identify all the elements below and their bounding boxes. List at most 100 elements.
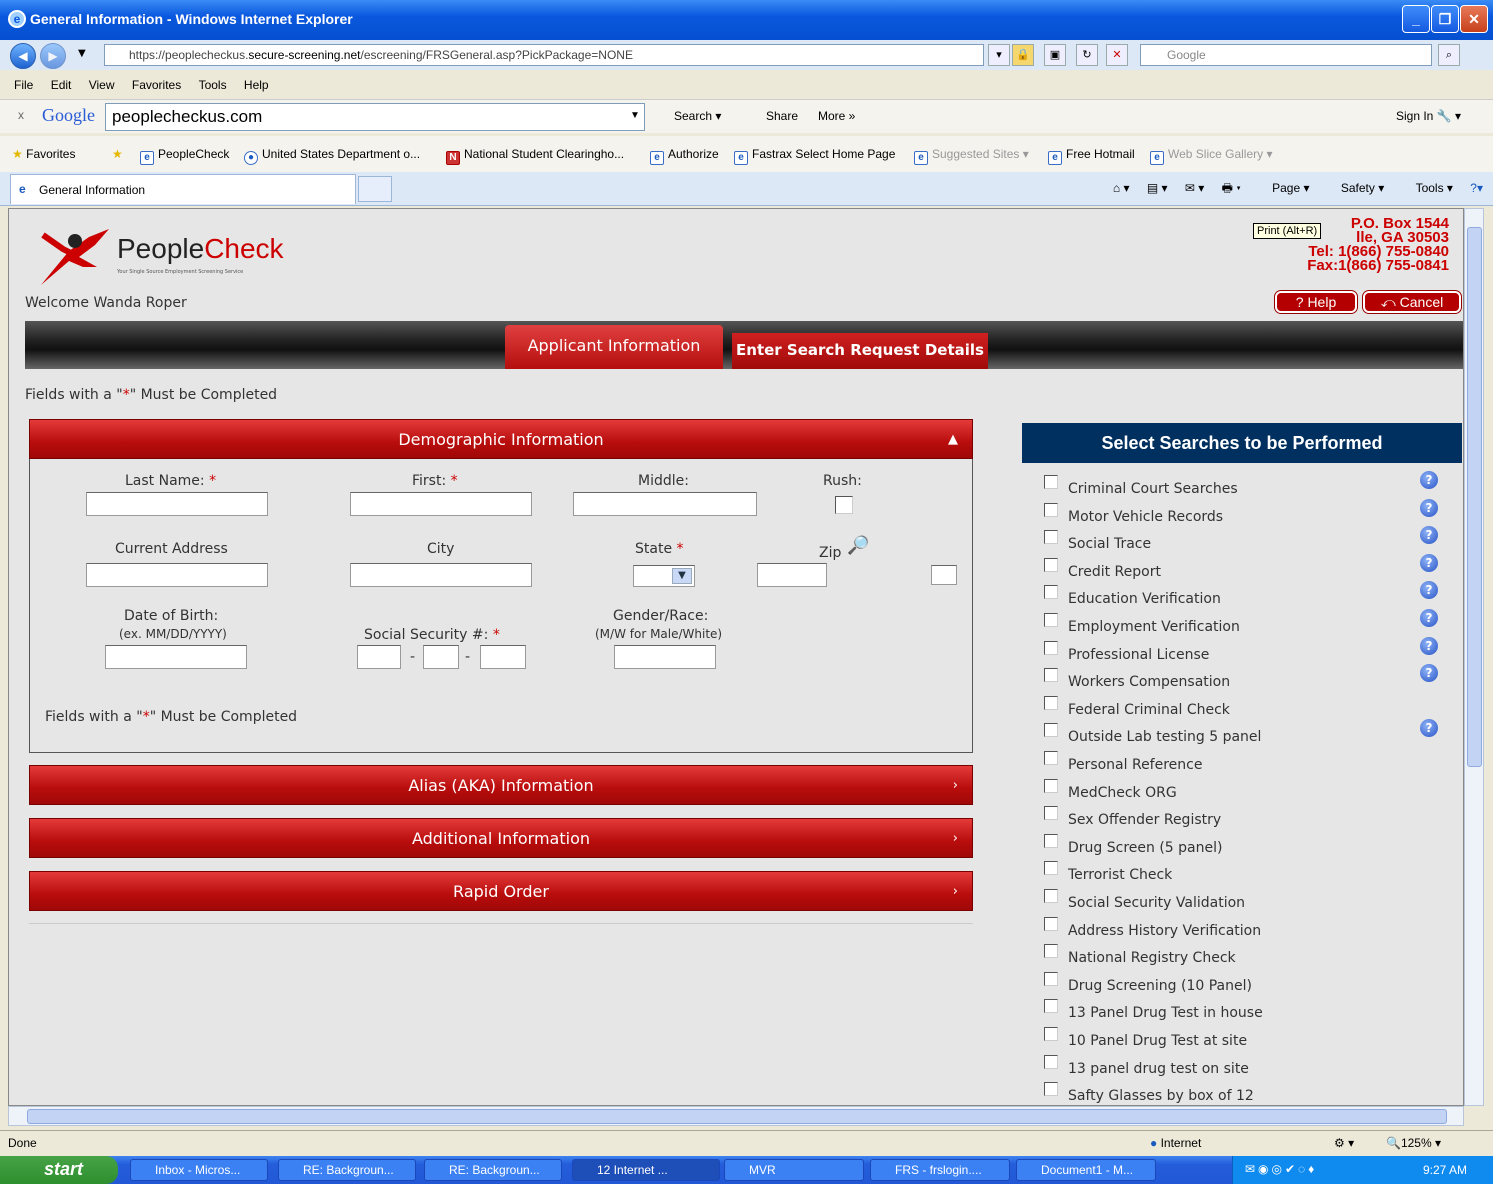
search-checkbox[interactable] [1044, 557, 1058, 572]
peoplecheck-logo[interactable]: PeopleCheck Your Single Source Employmen… [39, 227, 299, 289]
taskbar-item[interactable]: MVR [724, 1159, 864, 1181]
forward-icon[interactable]: ▶ [40, 43, 66, 69]
search-checkbox[interactable] [1044, 502, 1058, 517]
fav-item[interactable]: e Fastrax Select Home Page [734, 147, 895, 165]
search-checkbox[interactable] [1044, 668, 1058, 683]
google-search-button[interactable]: Search ▾ [654, 109, 721, 123]
tab-general-information[interactable]: e General Information [10, 174, 356, 204]
signin-button[interactable]: Sign In 🔧 ▾ [1396, 109, 1461, 123]
page-menu[interactable]: Page ▾ [1258, 181, 1309, 195]
ssn-part2-input[interactable] [423, 645, 459, 669]
search-checkbox[interactable] [1044, 971, 1058, 986]
menu-view[interactable]: View [89, 78, 115, 92]
restore-button[interactable]: ❐ [1431, 5, 1459, 33]
dropdown-icon[interactable]: ▾ [988, 44, 1010, 66]
search-checkbox[interactable] [1044, 944, 1058, 959]
taskbar-item[interactable]: Inbox - Micros... [130, 1159, 268, 1181]
menu-file[interactable]: File [14, 78, 33, 92]
help-icon[interactable]: ? [1420, 471, 1438, 489]
search-go-icon[interactable]: ⌕ [1438, 44, 1460, 66]
taskbar-item[interactable]: FRS - frslogin.... [870, 1159, 1010, 1181]
menu-help[interactable]: Help [244, 78, 269, 92]
close-button[interactable]: ✕ [1460, 5, 1488, 33]
search-checkbox[interactable] [1044, 585, 1058, 600]
home-icon[interactable]: ⌂ ▾ [1113, 181, 1130, 195]
search-checkbox[interactable] [1044, 1054, 1058, 1069]
refresh-icon[interactable]: ↻ [1076, 44, 1098, 66]
search-checkbox[interactable] [1044, 1027, 1058, 1041]
fav-item[interactable]: e Authorize [650, 147, 719, 165]
search-checkbox[interactable] [1044, 1082, 1058, 1097]
minimize-button[interactable]: _ [1402, 5, 1430, 33]
zip-extra-box[interactable] [931, 565, 957, 585]
search-checkbox[interactable] [1044, 640, 1058, 655]
share-button[interactable]: Share [744, 109, 798, 123]
google-search-input[interactable]: peoplecheckus.com [105, 103, 645, 131]
add-favorite-icon[interactable]: ★ [112, 147, 123, 161]
state-select[interactable]: ▼ [633, 565, 695, 587]
help-icon[interactable]: ? [1420, 581, 1438, 600]
cancel-button[interactable]: ⤺ Cancel [1363, 291, 1461, 313]
zip-input[interactable] [757, 563, 827, 587]
search-input[interactable]: Google [1140, 44, 1432, 66]
search-checkbox[interactable] [1044, 916, 1058, 931]
new-tab-button[interactable] [358, 176, 392, 202]
help-icon[interactable]: ? [1420, 526, 1438, 545]
search-checkbox[interactable] [1044, 723, 1058, 738]
help-button[interactable]: ? Help [1275, 291, 1357, 313]
zoom-control[interactable]: 🔍125% ▾ [1386, 1136, 1441, 1150]
city-input[interactable] [350, 563, 532, 587]
taskbar-item[interactable]: 12 Internet ... [572, 1159, 720, 1181]
search-checkbox[interactable] [1044, 889, 1058, 903]
horizontal-scrollbar[interactable] [8, 1106, 1464, 1126]
mail-icon[interactable]: ✉ ▾ [1185, 181, 1204, 195]
ssn-part1-input[interactable] [357, 645, 401, 669]
back-icon[interactable]: ◀ [10, 43, 36, 69]
taskbar-item[interactable]: Document1 - M... [1016, 1159, 1156, 1181]
fav-item[interactable]: ● United States Department o... [244, 147, 420, 165]
menu-favorites[interactable]: Favorites [132, 78, 181, 92]
help-icon[interactable]: ?▾ [1470, 181, 1483, 195]
search-checkbox[interactable] [1044, 475, 1058, 489]
help-icon[interactable]: ? [1420, 609, 1438, 627]
last-name-input[interactable] [86, 492, 268, 516]
ssn-part3-input[interactable] [480, 645, 526, 669]
chevron-down-icon[interactable]: ▼ [630, 110, 640, 121]
scroll-thumb[interactable] [1467, 227, 1482, 767]
address-bar[interactable]: https://peoplecheckus.secure-screening.n… [104, 44, 984, 66]
middle-name-input[interactable] [573, 492, 757, 516]
search-checkbox[interactable] [1044, 999, 1058, 1014]
vertical-scrollbar[interactable] [1464, 208, 1484, 1106]
additional-header[interactable]: Additional Information › [29, 818, 973, 858]
help-icon[interactable]: ? [1420, 553, 1438, 572]
help-icon[interactable]: ? [1420, 719, 1438, 738]
stop-icon[interactable]: ✕ [1106, 44, 1128, 66]
scroll-thumb[interactable] [27, 1109, 1447, 1124]
window-titlebar[interactable]: e General Information - Windows Internet… [0, 0, 1493, 40]
help-icon[interactable]: ? [1420, 498, 1438, 517]
start-button[interactable]: start [0, 1156, 118, 1184]
menu-edit[interactable]: Edit [51, 78, 72, 92]
address-input[interactable] [86, 563, 268, 587]
safety-menu[interactable]: Safety ▾ [1327, 181, 1384, 195]
search-checkbox[interactable] [1044, 695, 1058, 710]
tab-search-request-details[interactable]: Enter Search Request Details [732, 333, 988, 369]
print-icon[interactable]: 🖶 ▾ [1222, 181, 1241, 195]
search-checkbox[interactable] [1044, 861, 1058, 876]
zip-lookup-icon[interactable]: 🔎 [847, 535, 869, 556]
gender-input[interactable] [614, 645, 716, 669]
favorites-button[interactable]: ★ Favorites [12, 147, 75, 161]
taskbar-item[interactable]: RE: Backgroun... [278, 1159, 416, 1181]
search-checkbox[interactable] [1044, 806, 1058, 821]
search-checkbox[interactable] [1044, 778, 1058, 793]
fav-item[interactable]: e Web Slice Gallery ▾ [1150, 147, 1273, 165]
tray-icons[interactable]: ✉◉◎✔◌♦ [1245, 1162, 1317, 1176]
dob-input[interactable] [105, 645, 247, 669]
search-checkbox[interactable] [1044, 751, 1058, 765]
taskbar-item[interactable]: RE: Backgroun... [424, 1159, 562, 1181]
rush-checkbox[interactable] [835, 496, 853, 514]
more-button[interactable]: More » [818, 109, 855, 123]
help-icon[interactable]: ? [1420, 664, 1438, 683]
search-checkbox[interactable] [1044, 833, 1058, 848]
close-toolbar-icon[interactable]: x [18, 108, 24, 122]
